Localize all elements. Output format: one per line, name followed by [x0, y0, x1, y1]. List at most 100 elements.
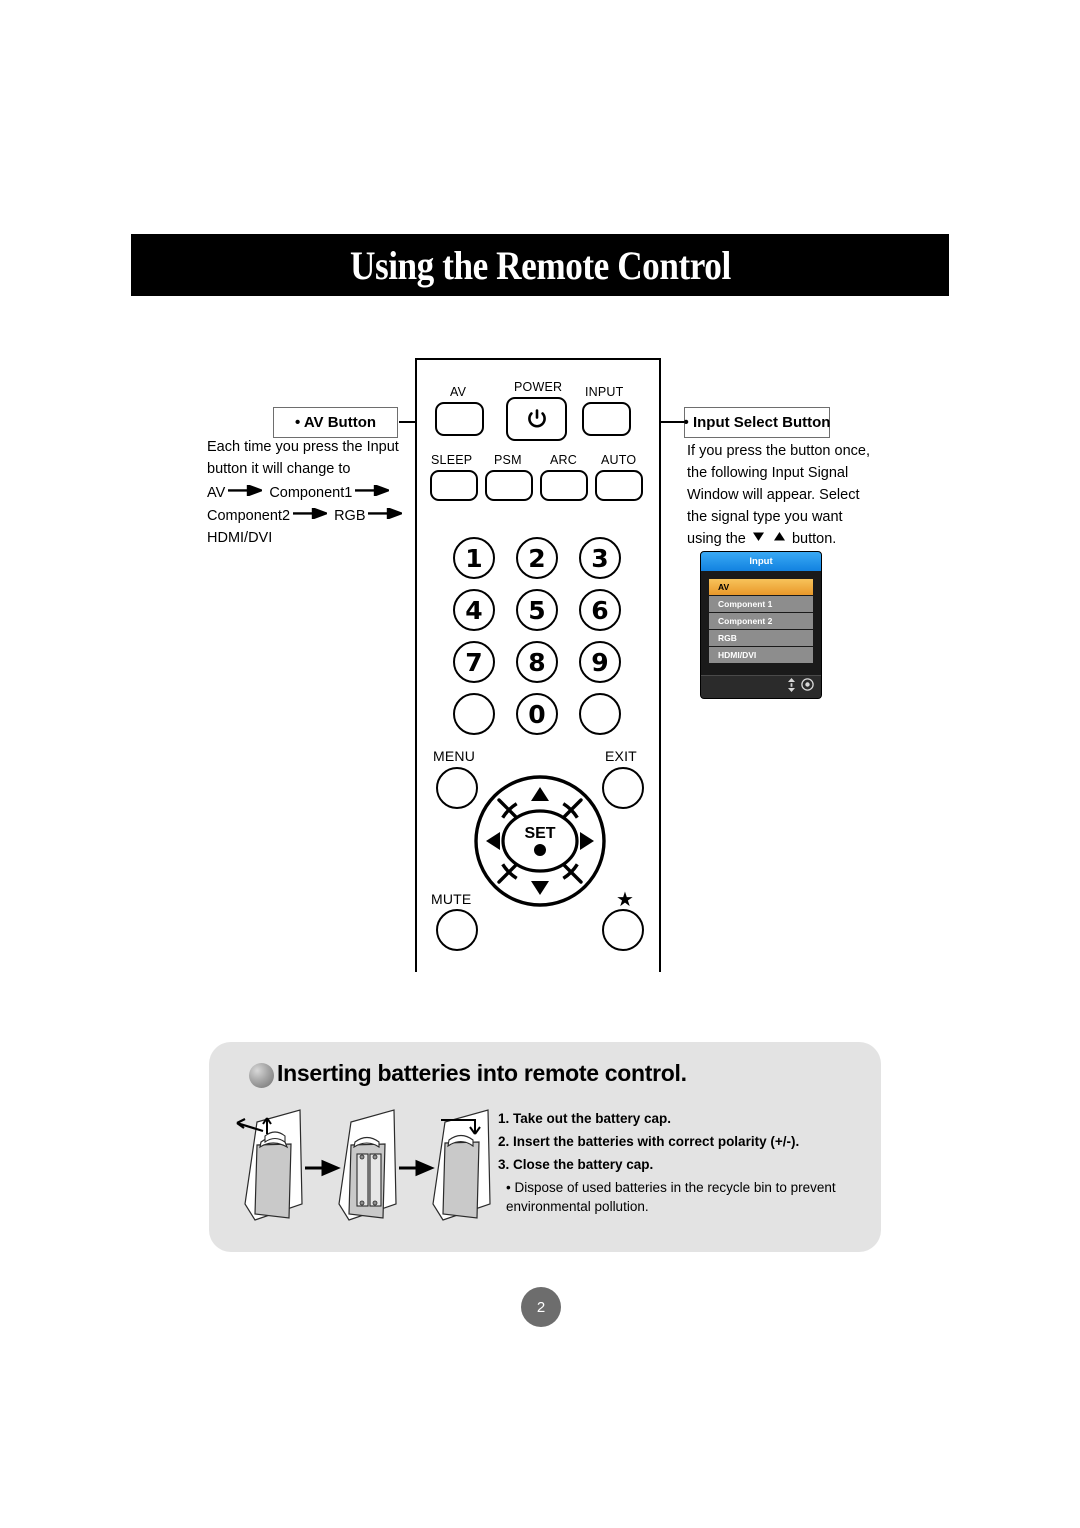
callout-input-line1: If you press the button once,	[687, 443, 870, 459]
battery-section-title: Inserting batteries into remote control.	[277, 1060, 687, 1086]
battery-step-2: 2. Insert the batteries with correct pol…	[498, 1134, 800, 1150]
remote-key-3[interactable]: 3	[579, 537, 621, 579]
remote-key-label: 2	[528, 543, 546, 573]
osd-item-hdmi-dvi[interactable]: HDMI/DVI	[709, 647, 813, 663]
remote-button-menu[interactable]	[436, 767, 478, 809]
up-arrow-icon	[773, 527, 786, 549]
callout-input-select-heading: • Input Select Button	[684, 407, 830, 438]
remote-label-arc: ARC	[550, 453, 577, 467]
remote-label-sleep: SLEEP	[431, 453, 473, 467]
updown-arrow-icon	[787, 677, 796, 697]
callout-input-line4: the signal type you want	[687, 509, 843, 526]
remote-key-4[interactable]: 4	[453, 589, 495, 631]
right-arrow-icon	[368, 504, 405, 526]
callout-av-button-heading: • AV Button	[273, 407, 398, 438]
power-icon	[527, 409, 546, 428]
osd-item-component-1[interactable]: Component 1	[709, 596, 813, 612]
battery-disposal-note: • Dispose of used batteries in the recyc…	[506, 1179, 836, 1215]
right-arrow-icon	[305, 1159, 341, 1177]
callout-input-select-body: If you press the button once, the follow…	[687, 440, 882, 550]
remote-button-star[interactable]	[602, 909, 644, 951]
remote-key-blank-left[interactable]	[453, 693, 495, 735]
battery-figure-2	[338, 1109, 397, 1221]
callout-input-line3: Window will appear. Select	[687, 487, 860, 504]
remote-button-psm[interactable]	[485, 470, 533, 501]
callout-input-line2: the following Input Signal	[687, 465, 849, 482]
flow-item-component1: Component1	[269, 485, 353, 502]
osd-title-bar: Input	[701, 552, 821, 571]
right-arrow-icon	[399, 1159, 435, 1177]
remote-key-label: 8	[528, 647, 546, 677]
remote-key-blank-right[interactable]	[579, 693, 621, 735]
remote-key-label: 6	[591, 595, 609, 625]
callout-input-line5-post: button.	[791, 531, 837, 548]
osd-item-label: Component 1	[718, 599, 773, 609]
remote-key-2[interactable]: 2	[516, 537, 558, 579]
callout-input-line5: using the button.	[687, 528, 882, 550]
remote-key-0[interactable]: 0	[516, 693, 558, 735]
manual-page: Using the Remote Control • AV Button Eac…	[0, 0, 1080, 1528]
osd-item-label: AV	[718, 582, 730, 592]
remote-key-1[interactable]: 1	[453, 537, 495, 579]
callout-av-line2: button it will change to	[207, 461, 351, 478]
osd-item-component-2[interactable]: Component 2	[709, 613, 813, 629]
remote-key-6[interactable]: 6	[579, 589, 621, 631]
remote-key-label: 9	[591, 647, 609, 677]
osd-item-av[interactable]: AV	[709, 579, 813, 595]
down-arrow-icon	[752, 527, 765, 549]
remote-label-input: INPUT	[585, 385, 624, 399]
remote-key-9[interactable]: 9	[579, 641, 621, 683]
remote-button-auto[interactable]	[595, 470, 643, 501]
remote-button-mute[interactable]	[436, 909, 478, 951]
right-arrow-icon	[293, 504, 330, 526]
remote-label-exit: EXIT	[605, 748, 637, 764]
remote-key-7[interactable]: 7	[453, 641, 495, 683]
remote-key-5[interactable]: 5	[516, 589, 558, 631]
remote-button-sleep[interactable]	[430, 470, 478, 501]
callout-av-button-heading-text: • AV Button	[294, 414, 377, 431]
callout-input-line5-pre: using the	[687, 531, 746, 548]
page-number-text: 2	[536, 1298, 546, 1316]
battery-step-1: 1. Take out the battery cap.	[498, 1111, 672, 1126]
right-arrow-icon	[355, 481, 392, 503]
battery-step-3: 3. Close the battery cap.	[498, 1157, 654, 1173]
callout-av-line1: Each time you press the Input	[207, 439, 399, 455]
remote-button-exit[interactable]	[602, 767, 644, 809]
remote-button-power[interactable]	[506, 397, 567, 441]
remote-key-label: 1	[465, 543, 483, 573]
callout-av-flow-row3: HDMI/DVI	[207, 530, 273, 547]
remote-control-illustration: AV POWER INPUT SLEEP PSM ARC AUTO 1 2 3 …	[415, 358, 661, 972]
osd-item-label: HDMI/DVI	[718, 650, 757, 660]
battery-figure-1	[236, 1109, 303, 1221]
remote-key-8[interactable]: 8	[516, 641, 558, 683]
page-title-banner: Using the Remote Control	[131, 234, 949, 296]
osd-title-text: Input	[749, 556, 773, 567]
battery-instructions-panel: Inserting batteries into remote control.	[209, 1042, 881, 1252]
osd-item-label: Component 2	[718, 616, 773, 626]
remote-label-av: AV	[450, 385, 467, 399]
callout-av-flow-row2: Component2 RGB	[207, 505, 407, 528]
svg-text:SET: SET	[524, 825, 555, 842]
remote-key-label: 3	[591, 543, 609, 573]
remote-label-power: POWER	[514, 380, 563, 394]
flow-item-rgb: RGB	[334, 507, 366, 524]
remote-label-mute: MUTE	[431, 891, 472, 907]
set-circle-icon	[801, 678, 814, 696]
flow-item-component2: Component2	[207, 507, 291, 524]
flow-item-av: AV	[207, 485, 226, 502]
remote-button-arc[interactable]	[540, 470, 588, 501]
remote-key-label: 7	[465, 647, 483, 677]
remote-button-input[interactable]	[582, 402, 631, 436]
remote-key-label: 5	[528, 595, 546, 625]
page-title: Using the Remote Control	[349, 242, 731, 288]
callout-input-select-heading-text: • Input Select Button	[683, 414, 831, 431]
battery-insertion-figures	[227, 1100, 492, 1230]
page-number-badge: 2	[521, 1287, 561, 1327]
remote-label-menu: MENU	[433, 748, 476, 764]
remote-button-av[interactable]	[435, 402, 484, 436]
battery-figure-3	[432, 1109, 491, 1221]
callout-av-flow-row1: AV Component1	[207, 482, 407, 505]
remote-label-psm: PSM	[494, 453, 522, 467]
callout-av-button-body: Each time you press the Input button it …	[207, 436, 407, 550]
osd-item-rgb[interactable]: RGB	[709, 630, 813, 646]
